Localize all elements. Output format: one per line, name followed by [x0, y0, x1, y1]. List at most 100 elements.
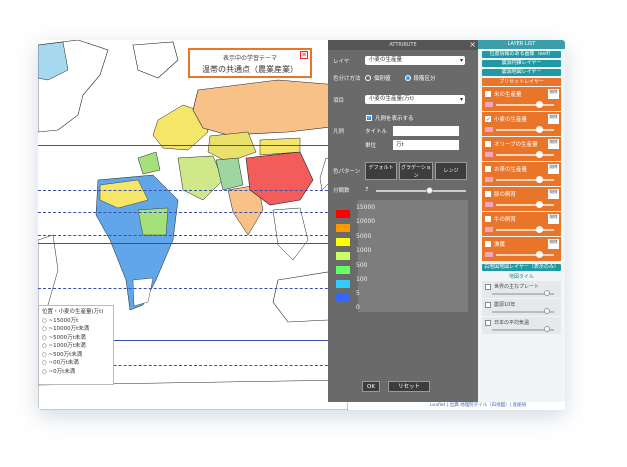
latitude-line: [38, 288, 348, 289]
tile-checkbox[interactable]: [485, 302, 491, 308]
layer-label: レイヤ: [333, 58, 350, 65]
layer-tag[interactable]: 削除: [548, 164, 559, 174]
seismic-layer-button[interactable]: 震源円錐レイヤー: [482, 60, 561, 67]
opacity-knob[interactable]: [536, 126, 543, 133]
break-value: 0: [356, 304, 360, 311]
legend-line: ○ ~15000万t: [42, 317, 79, 324]
layer-swatch: [485, 127, 493, 132]
break-swatch[interactable]: [336, 294, 350, 302]
layer-sidebar: LAYER LIST 位置情報のある画像（exif） 震源円錐レイヤー 震源地図…: [478, 40, 565, 402]
radio-individual[interactable]: [365, 75, 371, 81]
epicenter-layer-button[interactable]: 震源地図レイヤー: [482, 69, 561, 76]
layer-tag[interactable]: 削除: [548, 89, 559, 99]
tile-header: 地図タイル: [508, 274, 534, 280]
radio-graduated[interactable]: [404, 75, 411, 81]
opacity-knob[interactable]: [536, 201, 543, 208]
layer-checkbox[interactable]: [485, 241, 491, 247]
opacity-slider[interactable]: [496, 229, 554, 231]
break-swatch[interactable]: [336, 210, 350, 218]
tile-checkbox[interactable]: [485, 284, 491, 290]
layer-item-fishing[interactable]: 漁獲 削除: [482, 237, 561, 261]
layer-name: 豚の飼育: [494, 192, 517, 198]
layer-item-cattle[interactable]: 牛の飼育 削除: [482, 212, 561, 236]
sidebar-header: LAYER LIST: [478, 40, 565, 49]
opacity-knob[interactable]: [536, 101, 543, 108]
opacity-slider[interactable]: [496, 254, 554, 256]
layer-swatch: [485, 227, 493, 232]
layer-swatch: [485, 252, 493, 257]
tile-opacity-knob[interactable]: [544, 308, 550, 314]
opacity-slider[interactable]: [496, 204, 554, 206]
unit-input[interactable]: 万t: [393, 140, 459, 150]
break-swatch[interactable]: [336, 266, 350, 274]
layer-checkbox[interactable]: [485, 141, 491, 147]
opacity-slider[interactable]: [496, 154, 554, 156]
break-value: 5000: [356, 233, 372, 240]
classes-slider[interactable]: [376, 190, 466, 192]
layer-name: お茶の生産量: [494, 167, 528, 173]
layer-checkbox[interactable]: [485, 166, 491, 172]
tile-name: 日本の平均気温: [494, 320, 530, 326]
layer-tag[interactable]: 削除: [548, 239, 559, 249]
opacity-knob[interactable]: [536, 151, 543, 158]
opacity-knob[interactable]: [536, 226, 543, 233]
pattern-default-button[interactable]: デフォルト: [365, 162, 397, 180]
layer-item-wheat[interactable]: ✓ 小麦の生産量 削除: [482, 112, 561, 136]
layer-select[interactable]: 小麦の生産量: [365, 56, 465, 65]
unit-label: 単位: [365, 143, 377, 149]
item-row: 項目 小麦の生産量(万t): [333, 95, 465, 104]
break-swatch[interactable]: [336, 280, 350, 288]
layer-tag[interactable]: 削除: [548, 139, 559, 149]
title-row: 凡例 タイトル: [333, 126, 459, 136]
breaks-list: 15000 10000 5000 1000 500 100 5 0: [328, 200, 478, 315]
break-swatch[interactable]: [336, 224, 350, 232]
radio-individual-label: 個別値: [374, 76, 391, 82]
theme-box: 表示中の学習テーマ 温帯の共通点（農業産業） ✕: [188, 48, 312, 78]
layer-checkbox[interactable]: ✓: [485, 116, 491, 123]
tile-item-plates[interactable]: 世界の主なプレート: [482, 281, 561, 298]
reset-button[interactable]: リセット: [388, 381, 430, 392]
title-input[interactable]: [393, 126, 459, 136]
world-map[interactable]: 表示中の学習テーマ 温帯の共通点（農業産業） ✕ 位置・小麦の生産量(万t) ○…: [38, 40, 348, 410]
layer-tag[interactable]: 削除: [548, 214, 559, 224]
item-select[interactable]: 小麦の生産量(万t): [365, 95, 465, 104]
tile-opacity-knob[interactable]: [544, 290, 550, 296]
latitude-line: [38, 190, 348, 191]
layer-item-olive[interactable]: オリーブの生産量 削除: [482, 137, 561, 161]
opacity-knob[interactable]: [536, 251, 543, 258]
legend-checkbox[interactable]: ✓: [366, 115, 372, 121]
break-swatch[interactable]: [336, 252, 350, 260]
panel-header: ATTRIBUTE: [328, 40, 478, 50]
pattern-gradient-button[interactable]: グラデーション: [399, 162, 433, 180]
opacity-slider[interactable]: [496, 129, 554, 131]
tile-opacity-knob[interactable]: [544, 326, 550, 332]
break-swatch[interactable]: [336, 238, 350, 246]
legend-line: ○ ~500万t未満: [42, 351, 83, 358]
classes-slider-knob[interactable]: [426, 187, 433, 194]
tile-item-epicenter[interactable]: 震源10年: [482, 299, 561, 316]
close-icon[interactable]: ✕: [300, 51, 308, 59]
tile-checkbox[interactable]: [485, 320, 491, 326]
layer-tag[interactable]: 削除: [548, 114, 559, 124]
layer-name: 米の生産量: [494, 92, 522, 98]
layer-checkbox[interactable]: [485, 216, 491, 222]
opacity-slider[interactable]: [496, 104, 554, 106]
theme-title: 温帯の共通点（農業産業）: [202, 65, 298, 74]
opacity-knob[interactable]: [536, 176, 543, 183]
theme-heading: 表示中の学習テーマ: [222, 55, 277, 62]
exif-layer-button[interactable]: 位置情報のある画像（exif）: [482, 51, 561, 58]
ok-button[interactable]: OK: [362, 381, 380, 392]
layer-item-tea[interactable]: お茶の生産量 削除: [482, 162, 561, 186]
map-attribution[interactable]: Leaflet | 出典 地理院タイル（白地図）| 産総研: [430, 402, 565, 410]
tile-item-temperature[interactable]: 日本の平均気温: [482, 317, 561, 334]
opacity-slider[interactable]: [496, 179, 554, 181]
layer-item-pig[interactable]: 豚の飼育 削除: [482, 187, 561, 211]
layer-tag[interactable]: 削除: [548, 189, 559, 199]
legend-check-label: 凡例を表示する: [375, 116, 414, 122]
pattern-range-button[interactable]: レンジ: [435, 162, 467, 180]
legend-check-row: ✓ 凡例を表示する: [366, 114, 414, 122]
layer-checkbox[interactable]: [485, 91, 491, 97]
layer-item-rice[interactable]: 米の生産量 削除: [482, 87, 561, 111]
close-icon[interactable]: ×: [469, 40, 476, 49]
layer-checkbox[interactable]: [485, 191, 491, 197]
